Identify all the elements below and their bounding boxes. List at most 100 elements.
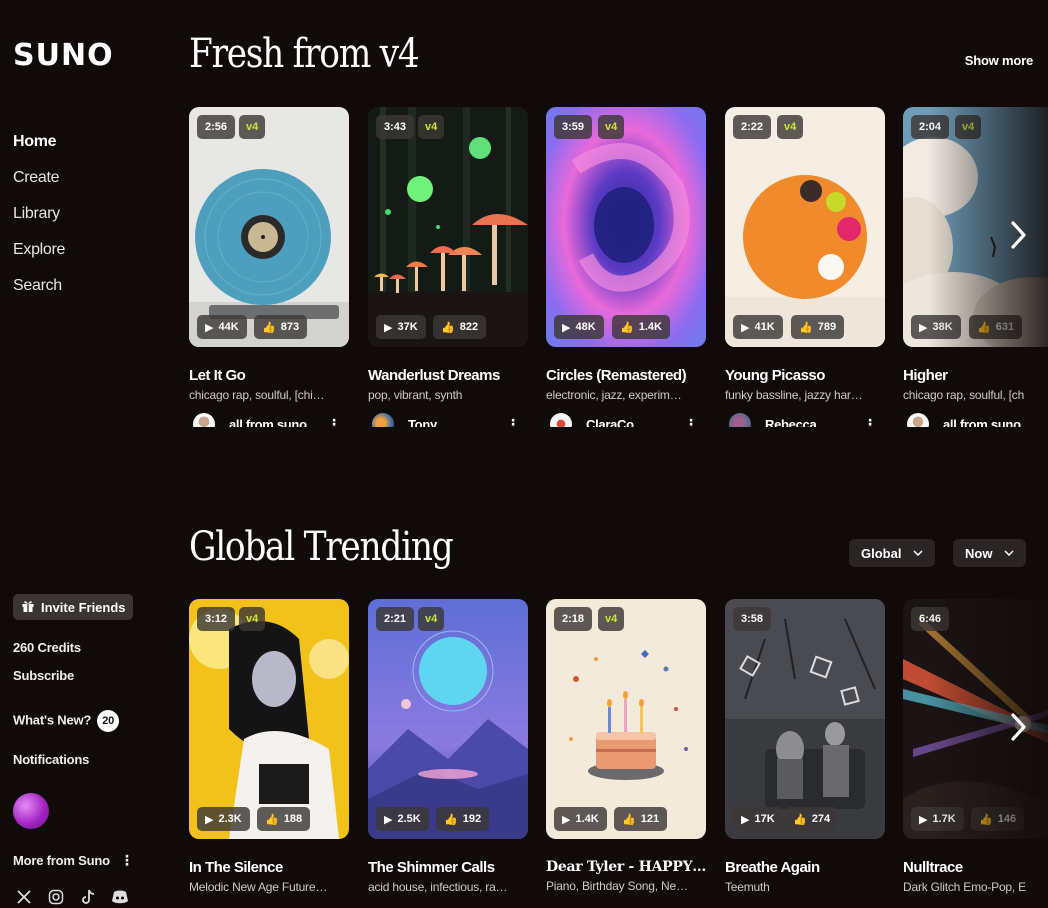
more-options-icon[interactable]: ⋮ (684, 416, 698, 428)
carousel-next-arrow[interactable] (1000, 709, 1036, 745)
like-count[interactable]: 👍 873 (254, 315, 308, 339)
author-name[interactable]: Rebecca (765, 417, 861, 428)
song-tags: electronic, jazz, experim… (546, 388, 682, 402)
invite-friends-button[interactable]: Invite Friends (13, 594, 133, 620)
more-from-suno-link[interactable]: More from Suno ⋮ (13, 852, 134, 869)
song-card: 2:21 v4 ▶ 2.5K 👍 192 The Shimmer Calls aci… (368, 599, 528, 894)
like-count-value: 188 (283, 813, 303, 825)
author-name[interactable]: all from suno … (943, 417, 1039, 428)
song-title[interactable]: Higher (903, 367, 1048, 384)
play-count[interactable]: ▶ 1.4K (554, 807, 607, 831)
subscribe-link[interactable]: Subscribe (13, 668, 74, 683)
more-options-icon[interactable]: ⋮ (506, 416, 520, 428)
song-title[interactable]: Young Picasso (725, 367, 885, 384)
like-count[interactable]: 👍 192 (436, 807, 490, 831)
duration-badge: 6:46 (911, 607, 950, 631)
play-icon: ▶ (205, 321, 214, 334)
discord-icon[interactable] (111, 888, 129, 906)
song-title[interactable]: Circles (Remastered) (546, 367, 706, 384)
play-count[interactable]: ▶ 17K (733, 807, 783, 831)
song-cover[interactable]: 3:12 v4 ▶ 2.3K 👍 188 (189, 599, 349, 839)
duration-badge: 2:56 (197, 115, 236, 139)
nav-search[interactable]: Search (13, 268, 65, 304)
time-filter-label: Now (965, 545, 993, 561)
notifications-link[interactable]: Notifications (13, 752, 89, 767)
profile-avatar[interactable] (13, 793, 49, 829)
more-options-icon[interactable]: ⋮ (863, 416, 877, 428)
like-count[interactable]: 👍 188 (257, 807, 311, 831)
nav-explore[interactable]: Explore (13, 232, 65, 268)
more-options-icon[interactable]: ⋮ (327, 416, 341, 428)
duration-badge: 3:58 (733, 607, 772, 631)
play-count[interactable]: ▶ 2.5K (376, 807, 429, 831)
play-count[interactable]: ▶ 38K (911, 315, 961, 339)
author-avatar[interactable] (729, 413, 751, 427)
song-author: all from suno … (903, 412, 1048, 427)
play-count[interactable]: ▶ 1.7K (911, 807, 964, 831)
song-title[interactable]: Let It Go (189, 367, 349, 384)
cover-art-silence (189, 599, 349, 839)
nav-library[interactable]: Library (13, 196, 65, 232)
song-cover[interactable]: 2:22 v4 ▶ 41K 👍 789 (725, 107, 885, 347)
like-count[interactable]: 👍 274 (785, 807, 839, 831)
song-cover[interactable]: 3:43 v4 ▶ 37K 👍 822 (368, 107, 528, 347)
song-title[interactable]: Dear Tyler - HAPPY… (546, 859, 706, 875)
song-cover[interactable]: 3:59 v4 ▶ 48K 👍 1.4K (546, 107, 706, 347)
song-cover[interactable]: 3:58 ▶ 17K 👍 274 (725, 599, 885, 839)
like-count-value: 873 (280, 321, 300, 333)
song-card: 3:58 ▶ 17K 👍 274 Breathe Again Teemuth (725, 599, 885, 894)
duration-badge: 3:43 (376, 115, 415, 139)
time-filter-dropdown[interactable]: Now (953, 539, 1027, 567)
duration-badge: 2:04 (911, 115, 950, 139)
cover-art-palette (725, 107, 885, 347)
x-icon[interactable] (15, 888, 33, 906)
song-tags: Dark Glitch Emo-Pop, E (903, 880, 1026, 894)
tiktok-icon[interactable] (79, 888, 97, 906)
instagram-icon[interactable] (47, 888, 65, 906)
play-count[interactable]: ▶ 44K (197, 315, 247, 339)
author-avatar[interactable] (907, 413, 929, 427)
like-count[interactable]: 👍 121 (614, 807, 668, 831)
play-icon: ▶ (741, 813, 750, 826)
nav-home[interactable]: Home (13, 124, 65, 160)
author-name[interactable]: Tony (408, 417, 504, 428)
carousel-next-arrow[interactable] (1000, 217, 1036, 253)
like-count[interactable]: 👍 822 (433, 315, 487, 339)
song-title[interactable]: Nulltrace (903, 859, 1048, 876)
region-filter-dropdown[interactable]: Global (849, 539, 936, 567)
thumbs-up-icon: 👍 (977, 321, 991, 334)
thumbs-up-icon: 👍 (799, 321, 813, 334)
thumbs-up-icon: 👍 (444, 813, 458, 826)
author-avatar[interactable] (193, 413, 215, 427)
suno-logo[interactable]: SUNO (13, 38, 114, 73)
song-card: 2:56 v4 ▶ 44K 👍 873 Let It Go chicago rap,… (189, 107, 349, 427)
thumbs-up-icon: 👍 (262, 321, 276, 334)
play-count[interactable]: ▶ 2.3K (197, 807, 250, 831)
song-title[interactable]: Wanderlust Dreams (368, 367, 528, 384)
thumbs-up-icon: 👍 (979, 813, 993, 826)
song-title[interactable]: Breathe Again (725, 859, 885, 876)
author-name[interactable]: ClaraCo (586, 417, 682, 428)
song-cover[interactable]: 2:18 v4 ▶ 1.4K 👍 121 (546, 599, 706, 839)
like-count[interactable]: 👍 1.4K (612, 315, 670, 339)
like-count[interactable]: 👍 146 (971, 807, 1025, 831)
nav-create[interactable]: Create (13, 160, 65, 196)
play-icon: ▶ (919, 321, 928, 334)
song-title[interactable]: In The Silence (189, 859, 349, 876)
thumbs-up-icon: 👍 (622, 813, 636, 826)
song-cover[interactable]: 2:21 v4 ▶ 2.5K 👍 192 (368, 599, 528, 839)
author-name[interactable]: all from suno … (229, 417, 325, 428)
play-count-value: 17K (754, 813, 775, 825)
like-count[interactable]: 👍 631 (969, 315, 1023, 339)
play-count[interactable]: ▶ 41K (733, 315, 783, 339)
song-cover[interactable]: 2:56 v4 ▶ 44K 👍 873 (189, 107, 349, 347)
section-title-fresh: Fresh from v4 (189, 31, 420, 77)
play-count[interactable]: ▶ 37K (376, 315, 426, 339)
like-count[interactable]: 👍 789 (791, 315, 845, 339)
play-count[interactable]: ▶ 48K (554, 315, 604, 339)
author-avatar[interactable] (372, 413, 394, 427)
show-more-link[interactable]: Show more (965, 53, 1033, 68)
whats-new-link[interactable]: What's New? 20 (13, 710, 120, 732)
author-avatar[interactable] (550, 413, 572, 427)
song-title[interactable]: The Shimmer Calls (368, 859, 528, 876)
